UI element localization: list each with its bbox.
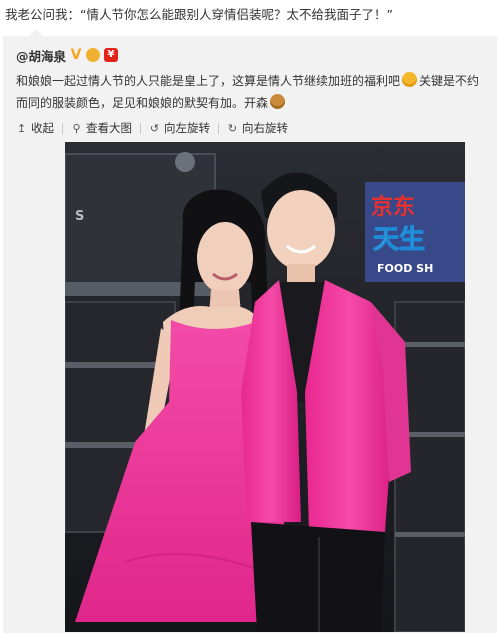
rotate-right-icon: ↻ xyxy=(227,121,238,135)
action-divider xyxy=(62,122,63,134)
collapse-label: 收起 xyxy=(31,121,54,135)
sign-brand-text: 京东 xyxy=(371,194,415,220)
post-text-part1: 和娘娘一起过情人节的人只能是皇上了，这算是情人节继续加班的福利吧 xyxy=(16,74,401,88)
rotate-left-button[interactable]: ↺ 向左旋转 xyxy=(149,120,210,136)
verified-badge-icon[interactable]: V xyxy=(70,48,82,62)
sign-subtitle-text: FOOD SH xyxy=(377,262,433,275)
photo-illustration: S 京东 天生 FOOD SH xyxy=(65,142,465,632)
original-post-card: @胡海泉 V ¥ 和娘娘一起过情人节的人只能是皇上了，这算是情人节继续加班的福利… xyxy=(3,29,497,633)
member-badge-icon[interactable] xyxy=(86,48,101,62)
post-body: 和娘娘一起过情人节的人只能是皇上了，这算是情人节继续加班的福利吧 关键是不约而同的… xyxy=(16,70,491,114)
author-row: @胡海泉 V ¥ xyxy=(16,46,119,65)
collapse-button[interactable]: ↥ 收起 xyxy=(16,120,54,136)
action-divider xyxy=(218,122,219,134)
repost-text: 我老公问我：“情人节你怎么能跟别人穿情侣装呢？太不给我面子了！” xyxy=(5,7,393,22)
case-label-text: S xyxy=(75,209,84,224)
post-photo[interactable]: S 京东 天生 FOOD SH xyxy=(65,142,465,632)
image-actions-bar: ↥ 收起 ⚲ 查看大图 ↺ 向左旋转 ↻ 向右旋转 xyxy=(16,120,288,136)
view-large-button[interactable]: ⚲ 查看大图 xyxy=(71,120,132,136)
rotate-left-icon: ↺ xyxy=(149,121,160,135)
rotate-right-button[interactable]: ↻ 向右旋转 xyxy=(227,120,288,136)
arrow-up-icon: ↥ xyxy=(16,121,27,135)
grin-emoticon-icon xyxy=(402,72,418,87)
sign-title-text: 天生 xyxy=(373,225,425,255)
card-notch xyxy=(29,29,43,36)
view-large-label: 查看大图 xyxy=(86,121,132,135)
monkey-emoticon-icon xyxy=(270,94,286,109)
action-divider xyxy=(140,122,141,134)
author-name[interactable]: @胡海泉 xyxy=(16,46,66,65)
red-packet-badge-icon[interactable]: ¥ xyxy=(104,48,119,62)
rotate-left-label: 向左旋转 xyxy=(164,121,210,135)
magnifier-icon: ⚲ xyxy=(72,121,81,135)
rotate-right-label: 向右旋转 xyxy=(242,121,288,135)
